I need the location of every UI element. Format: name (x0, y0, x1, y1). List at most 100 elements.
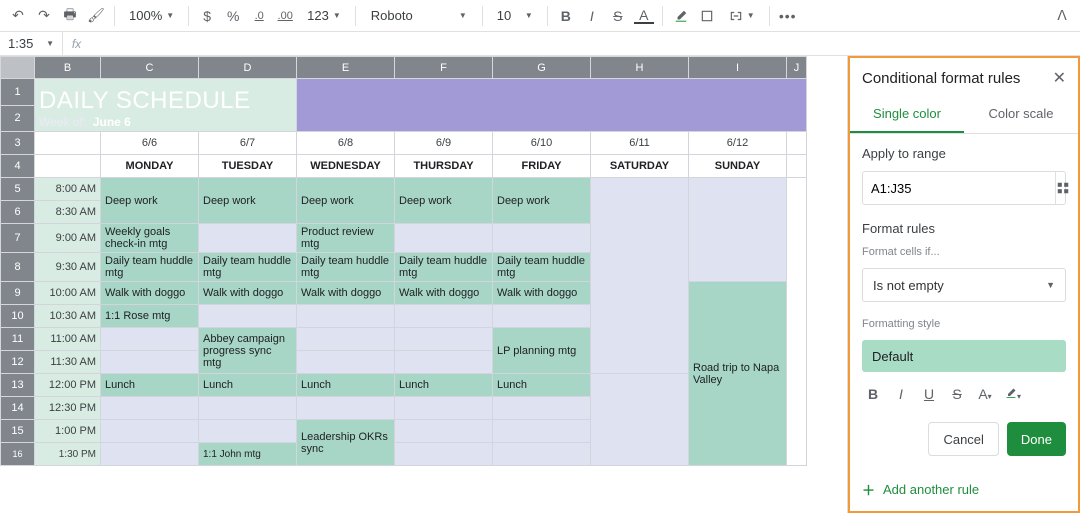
text-color-button[interactable]: A (634, 8, 654, 24)
done-button[interactable]: Done (1007, 422, 1066, 456)
event-cell[interactable]: Walk with doggo (101, 282, 199, 305)
event-cell[interactable]: Walk with doggo (199, 282, 297, 305)
tab-color-scale[interactable]: Color scale (964, 96, 1078, 133)
event-cell[interactable]: Deep work (199, 178, 297, 224)
fx-icon: fx (62, 32, 90, 55)
zoom-dropdown[interactable]: 100%▼ (123, 4, 180, 28)
borders-button[interactable] (697, 6, 717, 26)
col-header[interactable]: I (689, 57, 787, 79)
spreadsheet-grid[interactable]: B C D E F G H I J 1 DAILY SCHEDULE Week … (0, 56, 848, 513)
col-header[interactable]: H (591, 57, 689, 79)
event-cell[interactable]: Lunch (101, 374, 199, 397)
print-icon[interactable]: 🖶 (60, 6, 80, 26)
col-header[interactable]: C (101, 57, 199, 79)
format-currency[interactable]: $ (197, 6, 217, 26)
format-percent[interactable]: % (223, 6, 243, 26)
event-cell[interactable]: Walk with doggo (493, 282, 591, 305)
event-cell[interactable]: Deep work (493, 178, 591, 224)
event-cell[interactable]: 1:1 Rose mtg (101, 305, 199, 328)
event-cell[interactable]: 1:1 John mtg (199, 443, 297, 466)
event-cell[interactable]: Lunch (395, 374, 493, 397)
row-header[interactable]: 16 (1, 443, 35, 466)
row-header[interactable]: 1 (1, 79, 35, 106)
undo-icon[interactable]: ↶ (8, 6, 28, 26)
event-cell[interactable]: Road trip to Napa Valley (689, 282, 787, 466)
row-header[interactable]: 13 (1, 374, 35, 397)
row-header[interactable]: 5 (1, 178, 35, 201)
italic-button[interactable]: I (892, 386, 910, 402)
font-size-dropdown[interactable]: 10▼ (491, 4, 539, 28)
row-header[interactable]: 14 (1, 397, 35, 420)
event-cell[interactable]: Product review mtg (297, 224, 395, 253)
row-header[interactable]: 11 (1, 328, 35, 351)
col-header[interactable]: B (35, 57, 101, 79)
col-header[interactable]: F (395, 57, 493, 79)
increase-decimal[interactable]: .00 (275, 6, 295, 26)
text-color-button[interactable]: A▾ (976, 386, 994, 402)
collapse-toolbar-icon[interactable]: ᐱ (1052, 6, 1072, 26)
event-cell[interactable]: Lunch (199, 374, 297, 397)
event-cell[interactable]: Abbey campaign progress sync mtg (199, 328, 297, 374)
date-header: 6/6 (101, 132, 199, 155)
day-header: SATURDAY (591, 155, 689, 178)
bold-button[interactable]: B (556, 6, 576, 26)
underline-button[interactable]: U (920, 386, 938, 402)
row-header[interactable]: 4 (1, 155, 35, 178)
row-header[interactable]: 15 (1, 420, 35, 443)
row-header[interactable]: 2 (1, 105, 35, 132)
row-header[interactable]: 3 (1, 132, 35, 155)
event-cell[interactable]: Lunch (297, 374, 395, 397)
font-dropdown[interactable]: Roboto▼ (364, 4, 474, 28)
paint-format-icon[interactable]: 🖌 (86, 6, 106, 26)
select-all-corner[interactable] (1, 57, 35, 79)
row-header[interactable]: 10 (1, 305, 35, 328)
event-cell[interactable]: LP planning mtg (493, 328, 591, 374)
event-cell[interactable]: Deep work (395, 178, 493, 224)
more-formats-dropdown[interactable]: 123▼ (301, 4, 347, 28)
redo-icon[interactable]: ↷ (34, 6, 54, 26)
decrease-decimal[interactable]: .0 (249, 6, 269, 26)
select-range-icon[interactable] (1055, 172, 1070, 204)
close-icon[interactable]: ✕ (1053, 68, 1066, 88)
tab-single-color[interactable]: Single color (850, 96, 964, 133)
event-cell[interactable]: Deep work (101, 178, 199, 224)
event-cell[interactable]: Weekly goals check-in mtg (101, 224, 199, 253)
strike-button[interactable]: S (948, 386, 966, 402)
strike-button[interactable]: S (608, 6, 628, 26)
col-header[interactable]: G (493, 57, 591, 79)
event-cell[interactable]: Deep work (297, 178, 395, 224)
formula-input[interactable] (90, 32, 1080, 55)
row-header[interactable]: 6 (1, 201, 35, 224)
add-rule-button[interactable]: ＋ Add another rule (862, 480, 1066, 499)
event-cell[interactable]: Daily team huddle mtg (493, 253, 591, 282)
row-header[interactable]: 9 (1, 282, 35, 305)
event-cell[interactable]: Lunch (493, 374, 591, 397)
event-cell[interactable]: Daily team huddle mtg (297, 253, 395, 282)
row-header[interactable]: 8 (1, 253, 35, 282)
event-cell[interactable]: Walk with doggo (297, 282, 395, 305)
col-header[interactable]: E (297, 57, 395, 79)
event-cell[interactable]: Leadership OKRs sync (297, 420, 395, 466)
col-header[interactable]: D (199, 57, 297, 79)
event-cell[interactable]: Daily team huddle mtg (395, 253, 493, 282)
fill-color-button[interactable]: ▾ (1004, 386, 1022, 402)
date-header: 6/11 (591, 132, 689, 155)
range-input[interactable] (863, 181, 1055, 196)
more-toolbar-button[interactable]: ••• (778, 6, 798, 26)
condition-dropdown[interactable]: Is not empty▼ (862, 268, 1066, 302)
merge-button[interactable]: ▼ (723, 4, 761, 28)
cancel-button[interactable]: Cancel (928, 422, 998, 456)
fill-color-button[interactable] (671, 6, 691, 26)
event-cell[interactable]: Walk with doggo (395, 282, 493, 305)
event-cell[interactable]: Daily team huddle mtg (101, 253, 199, 282)
day-header: MONDAY (101, 155, 199, 178)
col-header[interactable]: J (787, 57, 807, 79)
row-header[interactable]: 7 (1, 224, 35, 253)
bold-button[interactable]: B (864, 386, 882, 402)
italic-button[interactable]: I (582, 6, 602, 26)
event-cell[interactable]: Daily team huddle mtg (199, 253, 297, 282)
row-header[interactable]: 12 (1, 351, 35, 374)
name-box[interactable]: 1:35▼ (0, 36, 62, 51)
day-header: SUNDAY (689, 155, 787, 178)
column-header-row[interactable]: B C D E F G H I J (1, 57, 807, 79)
